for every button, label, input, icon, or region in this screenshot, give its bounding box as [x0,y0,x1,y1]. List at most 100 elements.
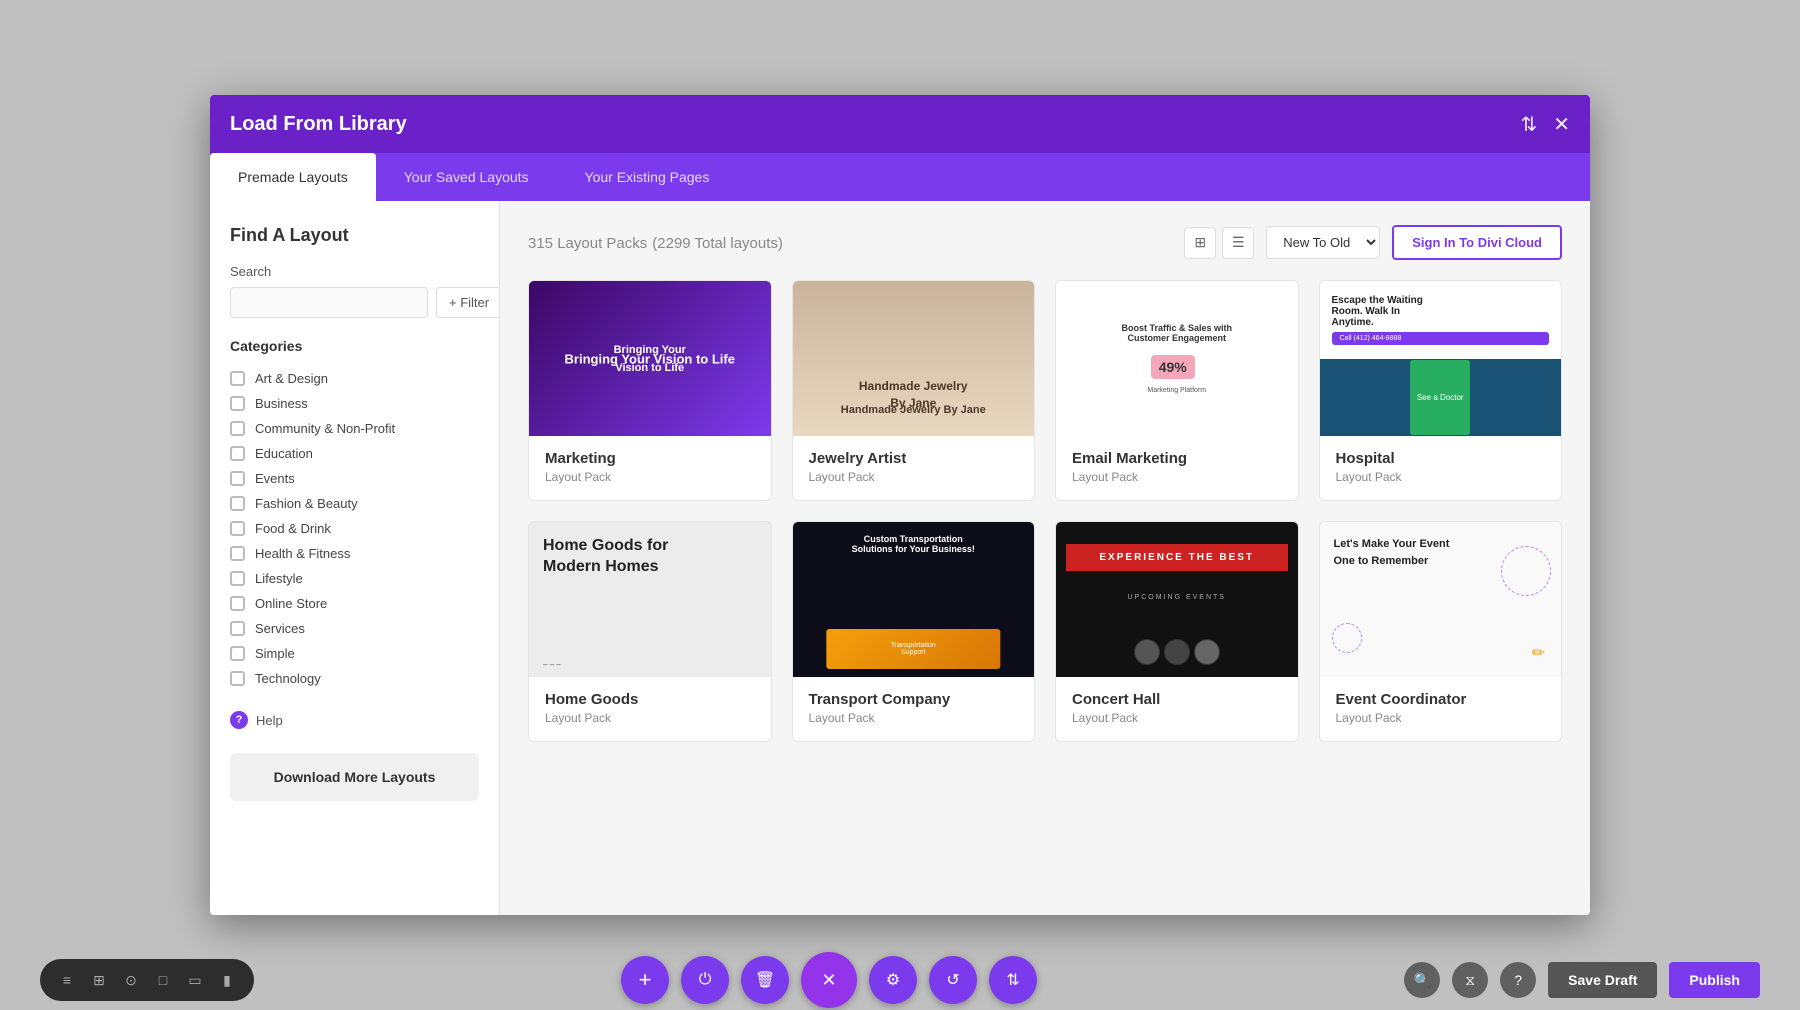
toolbar-mobile-icon[interactable]: ▮ [216,969,238,991]
modal-header: Load From Library ⇅ ✕ [210,95,1590,153]
content-header: 315 Layout Packs (2299 Total layouts) ⊞ … [528,225,1562,260]
category-health[interactable]: Health & Fitness [230,541,479,566]
toolbar-delete-button[interactable]: 🗑 [741,956,789,1004]
checkbox-community[interactable] [230,421,245,436]
card-email-sub: Layout Pack [1072,470,1282,484]
sidebar-title: Find A Layout [230,225,479,246]
card-homegoods-title: Home Goods [545,691,755,708]
publish-button[interactable]: Publish [1669,962,1760,998]
layout-grid-row2: Home Goods for Modern Homes – – – Home G… [528,521,1562,742]
save-draft-button[interactable]: Save Draft [1548,962,1657,998]
search-label: Search [230,264,479,279]
content-area: 315 Layout Packs (2299 Total layouts) ⊞ … [500,201,1590,915]
sidebar: Find A Layout Search + Filter Categories… [210,201,500,915]
sign-in-button[interactable]: Sign In To Divi Cloud [1392,225,1562,260]
bottom-toolbar: ≡ ⊞ ⊙ □ ▭ ▮ + ⏻ 🗑 ✕ ⚙ ↺ ⇅ 🔍 ⧖ ? Save Dra… [0,950,1800,1010]
category-lifestyle[interactable]: Lifestyle [230,566,479,591]
checkbox-fashion[interactable] [230,496,245,511]
card-concert[interactable]: EXPERIENCE THE BEST UPCOMING EVENTS Conc… [1055,521,1299,742]
toolbar-menu-icon[interactable]: ≡ [56,969,78,991]
category-online-store[interactable]: Online Store [230,591,479,616]
card-email[interactable]: Boost Traffic & Sales withCustomer Engag… [1055,280,1299,501]
tab-existing[interactable]: Your Existing Pages [557,153,738,201]
card-email-preview: Boost Traffic & Sales withCustomer Engag… [1056,281,1298,436]
checkbox-business[interactable] [230,396,245,411]
toolbar-tablet-icon[interactable]: ▭ [184,969,206,991]
checkbox-tech[interactable] [230,671,245,686]
tab-premade[interactable]: Premade Layouts [210,153,376,201]
card-event-title: Event Coordinator [1336,691,1546,708]
checkbox-health[interactable] [230,546,245,561]
card-event-sub: Layout Pack [1336,711,1546,725]
filter-button[interactable]: + Filter [436,287,500,318]
sort-select[interactable]: New To Old Old To New A to Z Z to A [1266,226,1380,259]
close-icon[interactable]: ✕ [1553,112,1570,137]
main-content: Find A Layout Search + Filter Categories… [210,201,1590,915]
checkbox-simple[interactable] [230,646,245,661]
toolbar-power-button[interactable]: ⏻ [681,956,729,1004]
toolbar-undo-button[interactable]: ↺ [929,956,977,1004]
toolbar-search-round-icon[interactable]: 🔍 [1404,962,1440,998]
card-jewelry-body: Jewelry Artist Layout Pack [793,436,1035,500]
card-jewelry[interactable]: Handmade JewelryBy Jane Jewelry Artist L… [792,280,1036,501]
card-hospital-title: Hospital [1336,450,1546,467]
toolbar-desktop-icon[interactable]: □ [152,969,174,991]
view-toggle: ⊞ ☰ [1184,227,1254,259]
help-row[interactable]: ? Help [230,711,479,729]
category-community[interactable]: Community & Non-Profit [230,416,479,441]
layout-grid-row1: Bringing Your Vision to Life Marketing L… [528,280,1562,501]
category-services[interactable]: Services [230,616,479,641]
search-row: + Filter [230,287,479,318]
toolbar-settings-button[interactable]: ⚙ [869,956,917,1004]
card-jewelry-title: Jewelry Artist [809,450,1019,467]
tabs-bar: Premade Layouts Your Saved Layouts Your … [210,153,1590,201]
categories-list: Art & Design Business Community & Non-Pr… [230,366,479,691]
card-jewelry-preview: Handmade JewelryBy Jane [793,281,1035,436]
card-marketing[interactable]: Bringing Your Vision to Life Marketing L… [528,280,772,501]
search-input[interactable] [230,287,428,318]
toolbar-add-button[interactable]: + [621,956,669,1004]
card-hospital[interactable]: Escape the WaitingRoom. Walk InAnytime. … [1319,280,1563,501]
card-homegoods[interactable]: Home Goods for Modern Homes – – – Home G… [528,521,772,742]
card-transport-preview: Custom TransportationSolutions for Your … [793,522,1035,677]
card-event-preview: Let's Make Your Event One to Remember ✏ [1320,522,1562,677]
checkbox-education[interactable] [230,446,245,461]
modal-title: Load From Library [230,113,407,136]
card-transport[interactable]: Custom TransportationSolutions for Your … [792,521,1036,742]
card-concert-title: Concert Hall [1072,691,1282,708]
checkbox-art[interactable] [230,371,245,386]
card-email-title: Email Marketing [1072,450,1282,467]
toolbar-close-button[interactable]: ✕ [801,952,857,1008]
category-simple[interactable]: Simple [230,641,479,666]
category-education[interactable]: Education [230,441,479,466]
card-transport-title: Transport Company [809,691,1019,708]
checkbox-lifestyle[interactable] [230,571,245,586]
category-business[interactable]: Business [230,391,479,416]
tab-saved[interactable]: Your Saved Layouts [376,153,557,201]
category-technology[interactable]: Technology [230,666,479,691]
sort-icon[interactable]: ⇅ [1520,112,1537,137]
checkbox-food[interactable] [230,521,245,536]
download-title: Download More Layouts [246,769,463,785]
card-homegoods-body: Home Goods Layout Pack [529,677,771,741]
header-controls: ⊞ ☰ New To Old Old To New A to Z Z to A … [1184,225,1562,260]
checkbox-online[interactable] [230,596,245,611]
grid-view-button[interactable]: ⊞ [1184,227,1216,259]
category-fashion[interactable]: Fashion & Beauty [230,491,479,516]
category-food[interactable]: Food & Drink [230,516,479,541]
modal-container: Load From Library ⇅ ✕ Premade Layouts Yo… [210,95,1590,915]
card-marketing-preview: Bringing Your Vision to Life [529,281,771,436]
checkbox-events[interactable] [230,471,245,486]
toolbar-history-icon[interactable]: ⧖ [1452,962,1488,998]
toolbar-help-icon[interactable]: ? [1500,962,1536,998]
card-event[interactable]: Let's Make Your Event One to Remember ✏ … [1319,521,1563,742]
category-art-design[interactable]: Art & Design [230,366,479,391]
categories-title: Categories [230,338,479,354]
toolbar-layout-button[interactable]: ⇅ [989,956,1037,1004]
category-events[interactable]: Events [230,466,479,491]
toolbar-grid-icon[interactable]: ⊞ [88,969,110,991]
checkbox-services[interactable] [230,621,245,636]
card-hospital-preview: Escape the WaitingRoom. Walk InAnytime. … [1320,281,1562,436]
toolbar-search-icon[interactable]: ⊙ [120,969,142,991]
list-view-button[interactable]: ☰ [1222,227,1254,259]
